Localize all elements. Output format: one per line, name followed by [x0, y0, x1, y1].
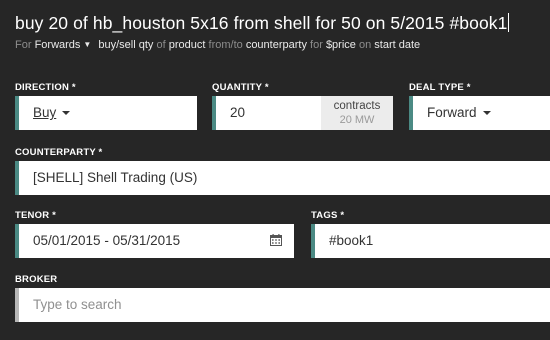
hint-mode-selector[interactable]: Forwards — [35, 39, 81, 51]
hint-of: of — [156, 39, 166, 51]
hint-fromto: from/to — [208, 39, 243, 51]
hint-qty: qty — [138, 39, 154, 51]
chevron-down-icon — [62, 111, 71, 115]
counterparty-value: [SHELL] Shell Trading (US) — [33, 170, 198, 185]
quantity-unit-sub: 20 MW — [339, 114, 375, 126]
quantity-value: 20 — [230, 105, 246, 120]
deal-type-value: Forward — [427, 105, 477, 120]
text-caret — [508, 13, 510, 32]
calendar-icon[interactable] — [270, 234, 282, 246]
chevron-down-icon — [482, 111, 491, 115]
deal-type-value-wrap: Forward — [427, 105, 491, 120]
direction-label: DIRECTION * — [15, 82, 76, 93]
deal-type-label: DEAL TYPE * — [409, 82, 471, 93]
direction-value: Buy — [33, 105, 57, 120]
chevron-down-icon[interactable]: ▼ — [83, 40, 91, 49]
quantity-unit-box: contracts 20 MW — [321, 96, 393, 130]
broker-label: BROKER — [15, 274, 58, 285]
tags-field[interactable]: #book1 — [311, 224, 550, 258]
tenor-field[interactable]: 05/01/2015 - 05/31/2015 — [15, 224, 294, 258]
command-hint: For Forwards ▼ buy/sell qty of product fr… — [15, 39, 420, 51]
tenor-value: 05/01/2015 - 05/31/2015 — [33, 233, 181, 248]
quantity-unit: contracts — [333, 100, 381, 112]
broker-input[interactable]: Type to search — [15, 288, 550, 322]
hint-counterparty: counterparty — [245, 39, 307, 51]
direction-select[interactable]: Buy — [15, 96, 197, 130]
command-text: buy 20 of hb_houston 5x16 from shell for… — [15, 13, 508, 33]
hint-price: $price — [325, 39, 356, 51]
quantity-field[interactable]: 20 contracts 20 MW — [212, 96, 393, 130]
hint-start-date: start date — [374, 39, 421, 51]
hint-for-price: for — [310, 39, 323, 51]
counterparty-field[interactable]: [SHELL] Shell Trading (US) — [15, 161, 550, 195]
quantity-label: QUANTITY * — [212, 82, 269, 93]
direction-value-wrap: Buy — [33, 105, 71, 120]
hint-buysell: buy/sell — [98, 39, 136, 51]
hint-for: For — [15, 39, 32, 51]
broker-placeholder: Type to search — [33, 297, 122, 312]
command-bar[interactable]: buy 20 of hb_houston 5x16 from shell for… — [0, 0, 550, 60]
hint-product: product — [168, 39, 206, 51]
tags-value: #book1 — [329, 233, 374, 248]
counterparty-label: COUNTERPARTY * — [15, 147, 103, 158]
hint-on: on — [358, 39, 372, 51]
command-input[interactable]: buy 20 of hb_houston 5x16 from shell for… — [15, 13, 510, 34]
tenor-label: TENOR * — [15, 210, 56, 221]
deal-type-select[interactable]: Forward — [409, 96, 550, 130]
tags-label: TAGS * — [311, 210, 345, 221]
